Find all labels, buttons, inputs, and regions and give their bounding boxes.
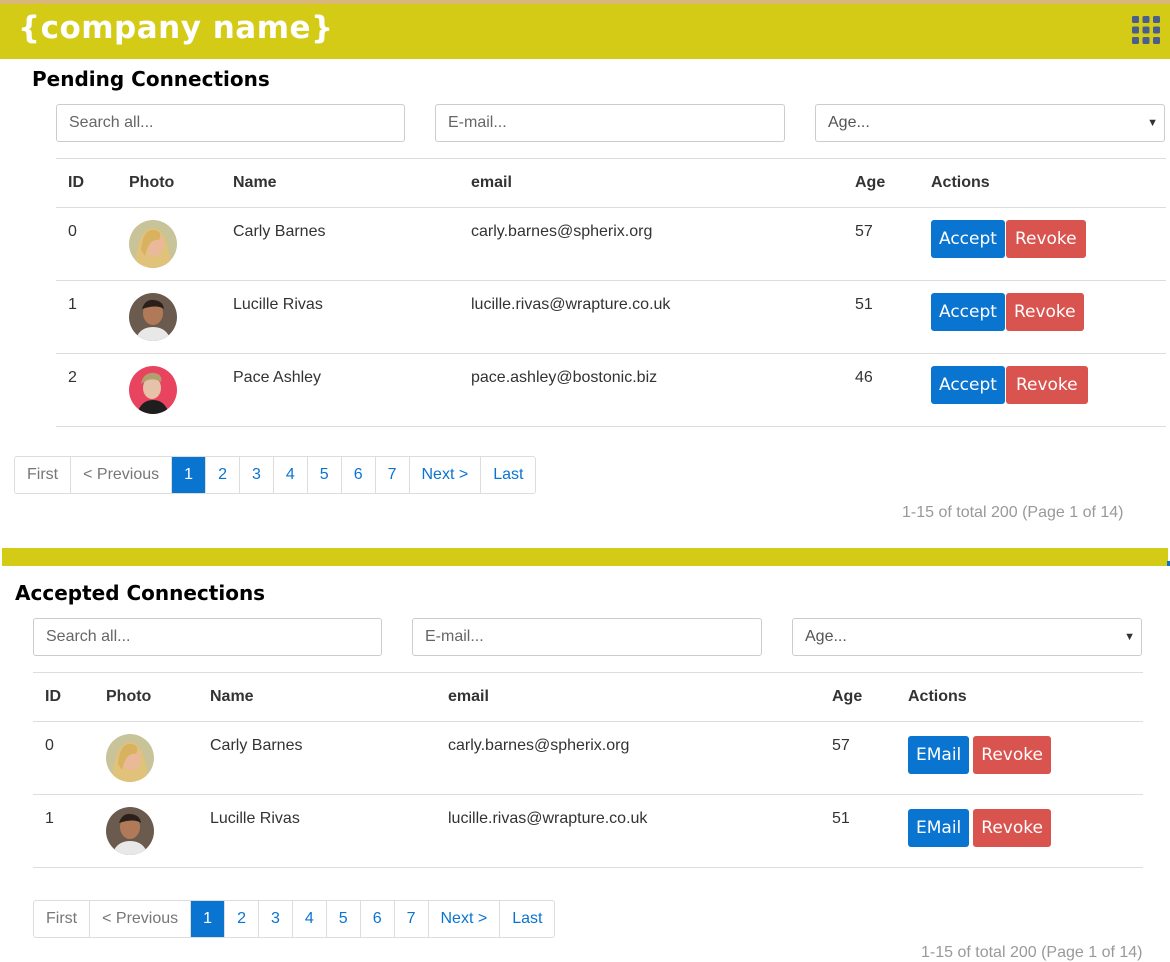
pagination-summary: 1-15 of total 200 (Page 1 of 14) (902, 504, 1124, 521)
page-number[interactable]: 6 (340, 457, 375, 493)
cell-age: 51 (843, 280, 919, 354)
page-number[interactable]: 2 (224, 901, 258, 937)
cell-name: Carly Barnes (198, 721, 436, 795)
cell-email: carly.barnes@spherix.org (436, 721, 820, 795)
revoke-button[interactable]: Revoke (973, 736, 1051, 774)
avatar (106, 807, 154, 855)
page-number[interactable]: 1 (190, 901, 225, 937)
column-header-actions: Actions (896, 672, 1143, 722)
cell-age: 57 (820, 721, 896, 795)
revoke-button[interactable]: Revoke (1005, 293, 1084, 331)
table-row: 0 Carly Barnes carly.barnes@spherix.org … (56, 207, 1166, 281)
age-select[interactable]: Age... ▼ (792, 618, 1142, 656)
dropdown-caret-icon: ▼ (1124, 631, 1135, 643)
cell-email: lucille.rivas@wrapture.co.uk (436, 794, 820, 868)
app-header: {company name} (0, 4, 1170, 59)
page-number[interactable]: 7 (393, 901, 428, 937)
avatar (129, 220, 177, 268)
avatar (129, 366, 177, 414)
cell-id: 1 (56, 280, 117, 354)
page-number[interactable]: 4 (291, 901, 326, 937)
avatar (106, 734, 154, 782)
cell-id: 2 (56, 353, 117, 427)
table-header-row: ID Photo Name email Age Actions (33, 672, 1143, 722)
page-number[interactable]: 6 (359, 901, 394, 937)
age-select-value: Age... (805, 628, 847, 645)
accept-button[interactable]: Accept (931, 366, 1005, 404)
age-select-value: Age... (828, 114, 870, 131)
cell-name: Pace Ashley (221, 353, 459, 427)
page-number[interactable]: 5 (306, 457, 341, 493)
revoke-button[interactable]: Revoke (1005, 220, 1086, 258)
page-number[interactable]: 7 (374, 457, 409, 493)
cell-name: Lucille Rivas (198, 794, 436, 868)
cell-id: 0 (33, 721, 94, 795)
accepted-table: ID Photo Name email Age Actions 0 Carly … (33, 672, 1143, 868)
company-logo[interactable]: {company name} (18, 10, 334, 46)
column-header-email[interactable]: email (436, 672, 820, 722)
page-number[interactable]: 1 (171, 457, 206, 493)
cell-age: 57 (843, 207, 919, 281)
pagination: First < Previous 1 2 3 4 5 6 7 Next > La… (14, 456, 537, 494)
column-header-actions: Actions (919, 158, 1166, 208)
column-header-id[interactable]: ID (56, 158, 117, 208)
email-filter-input[interactable] (435, 104, 785, 142)
cell-age: 46 (843, 353, 919, 427)
revoke-button[interactable]: Revoke (973, 809, 1051, 847)
page-previous[interactable]: < Previous (70, 457, 171, 493)
table-row: 1 Lucille Rivas lucille.rivas@wrapture.c… (56, 280, 1166, 354)
table-row: 1 Lucille Rivas lucille.rivas@wrapture.c… (33, 794, 1143, 868)
cell-name: Carly Barnes (221, 207, 459, 281)
page-number[interactable]: 3 (238, 457, 273, 493)
page-number[interactable]: 5 (325, 901, 360, 937)
pending-table: ID Photo Name email Age Actions 0 Carly … (56, 158, 1166, 427)
table-header-row: ID Photo Name email Age Actions (56, 158, 1166, 208)
page-next[interactable]: Next > (408, 457, 481, 493)
accept-button[interactable]: Accept (931, 220, 1005, 258)
page-first[interactable]: First (15, 457, 70, 493)
apps-grid-icon[interactable] (1132, 16, 1160, 44)
dropdown-caret-icon: ▼ (1147, 117, 1158, 129)
table-row: 2 Pace Ashley pace.ashley@bostonic.biz 4… (56, 353, 1166, 427)
page-last[interactable]: Last (499, 901, 554, 937)
page-next[interactable]: Next > (427, 901, 500, 937)
email-button[interactable]: EMail (908, 736, 970, 774)
email-filter-input[interactable] (412, 618, 762, 656)
accept-button[interactable]: Accept (931, 293, 1005, 331)
cell-id: 1 (33, 794, 94, 868)
cell-email: lucille.rivas@wrapture.co.uk (459, 280, 843, 354)
column-header-age[interactable]: Age (843, 158, 919, 208)
column-header-name[interactable]: Name (198, 672, 436, 722)
page-number[interactable]: 4 (272, 457, 307, 493)
column-header-age[interactable]: Age (820, 672, 896, 722)
cell-email: pace.ashley@bostonic.biz (459, 353, 843, 427)
cell-email: carly.barnes@spherix.org (459, 207, 843, 281)
pagination-summary: 1-15 of total 200 (Page 1 of 14) (921, 944, 1143, 961)
search-input[interactable] (33, 618, 382, 656)
email-button[interactable]: EMail (908, 809, 970, 847)
section-divider (2, 548, 1168, 566)
avatar (129, 293, 177, 341)
column-header-photo: Photo (117, 158, 221, 208)
page-number[interactable]: 3 (257, 901, 292, 937)
column-header-id[interactable]: ID (33, 672, 94, 722)
cell-name: Lucille Rivas (221, 280, 459, 354)
pagination: First < Previous 1 2 3 4 5 6 7 Next > La… (33, 900, 556, 938)
age-select[interactable]: Age... ▼ (815, 104, 1165, 142)
table-row: 0 Carly Barnes carly.barnes@spherix.org … (33, 721, 1143, 795)
cell-id: 0 (56, 207, 117, 281)
section-title-accepted: Accepted Connections (15, 581, 266, 605)
revoke-button[interactable]: Revoke (1005, 366, 1088, 404)
cell-age: 51 (820, 794, 896, 868)
page-number[interactable]: 2 (205, 457, 239, 493)
column-header-email[interactable]: email (459, 158, 843, 208)
column-header-photo: Photo (94, 672, 198, 722)
page-previous[interactable]: < Previous (89, 901, 190, 937)
page-first[interactable]: First (34, 901, 89, 937)
page-last[interactable]: Last (480, 457, 535, 493)
column-header-name[interactable]: Name (221, 158, 459, 208)
section-title-pending: Pending Connections (32, 67, 270, 91)
search-input[interactable] (56, 104, 405, 142)
